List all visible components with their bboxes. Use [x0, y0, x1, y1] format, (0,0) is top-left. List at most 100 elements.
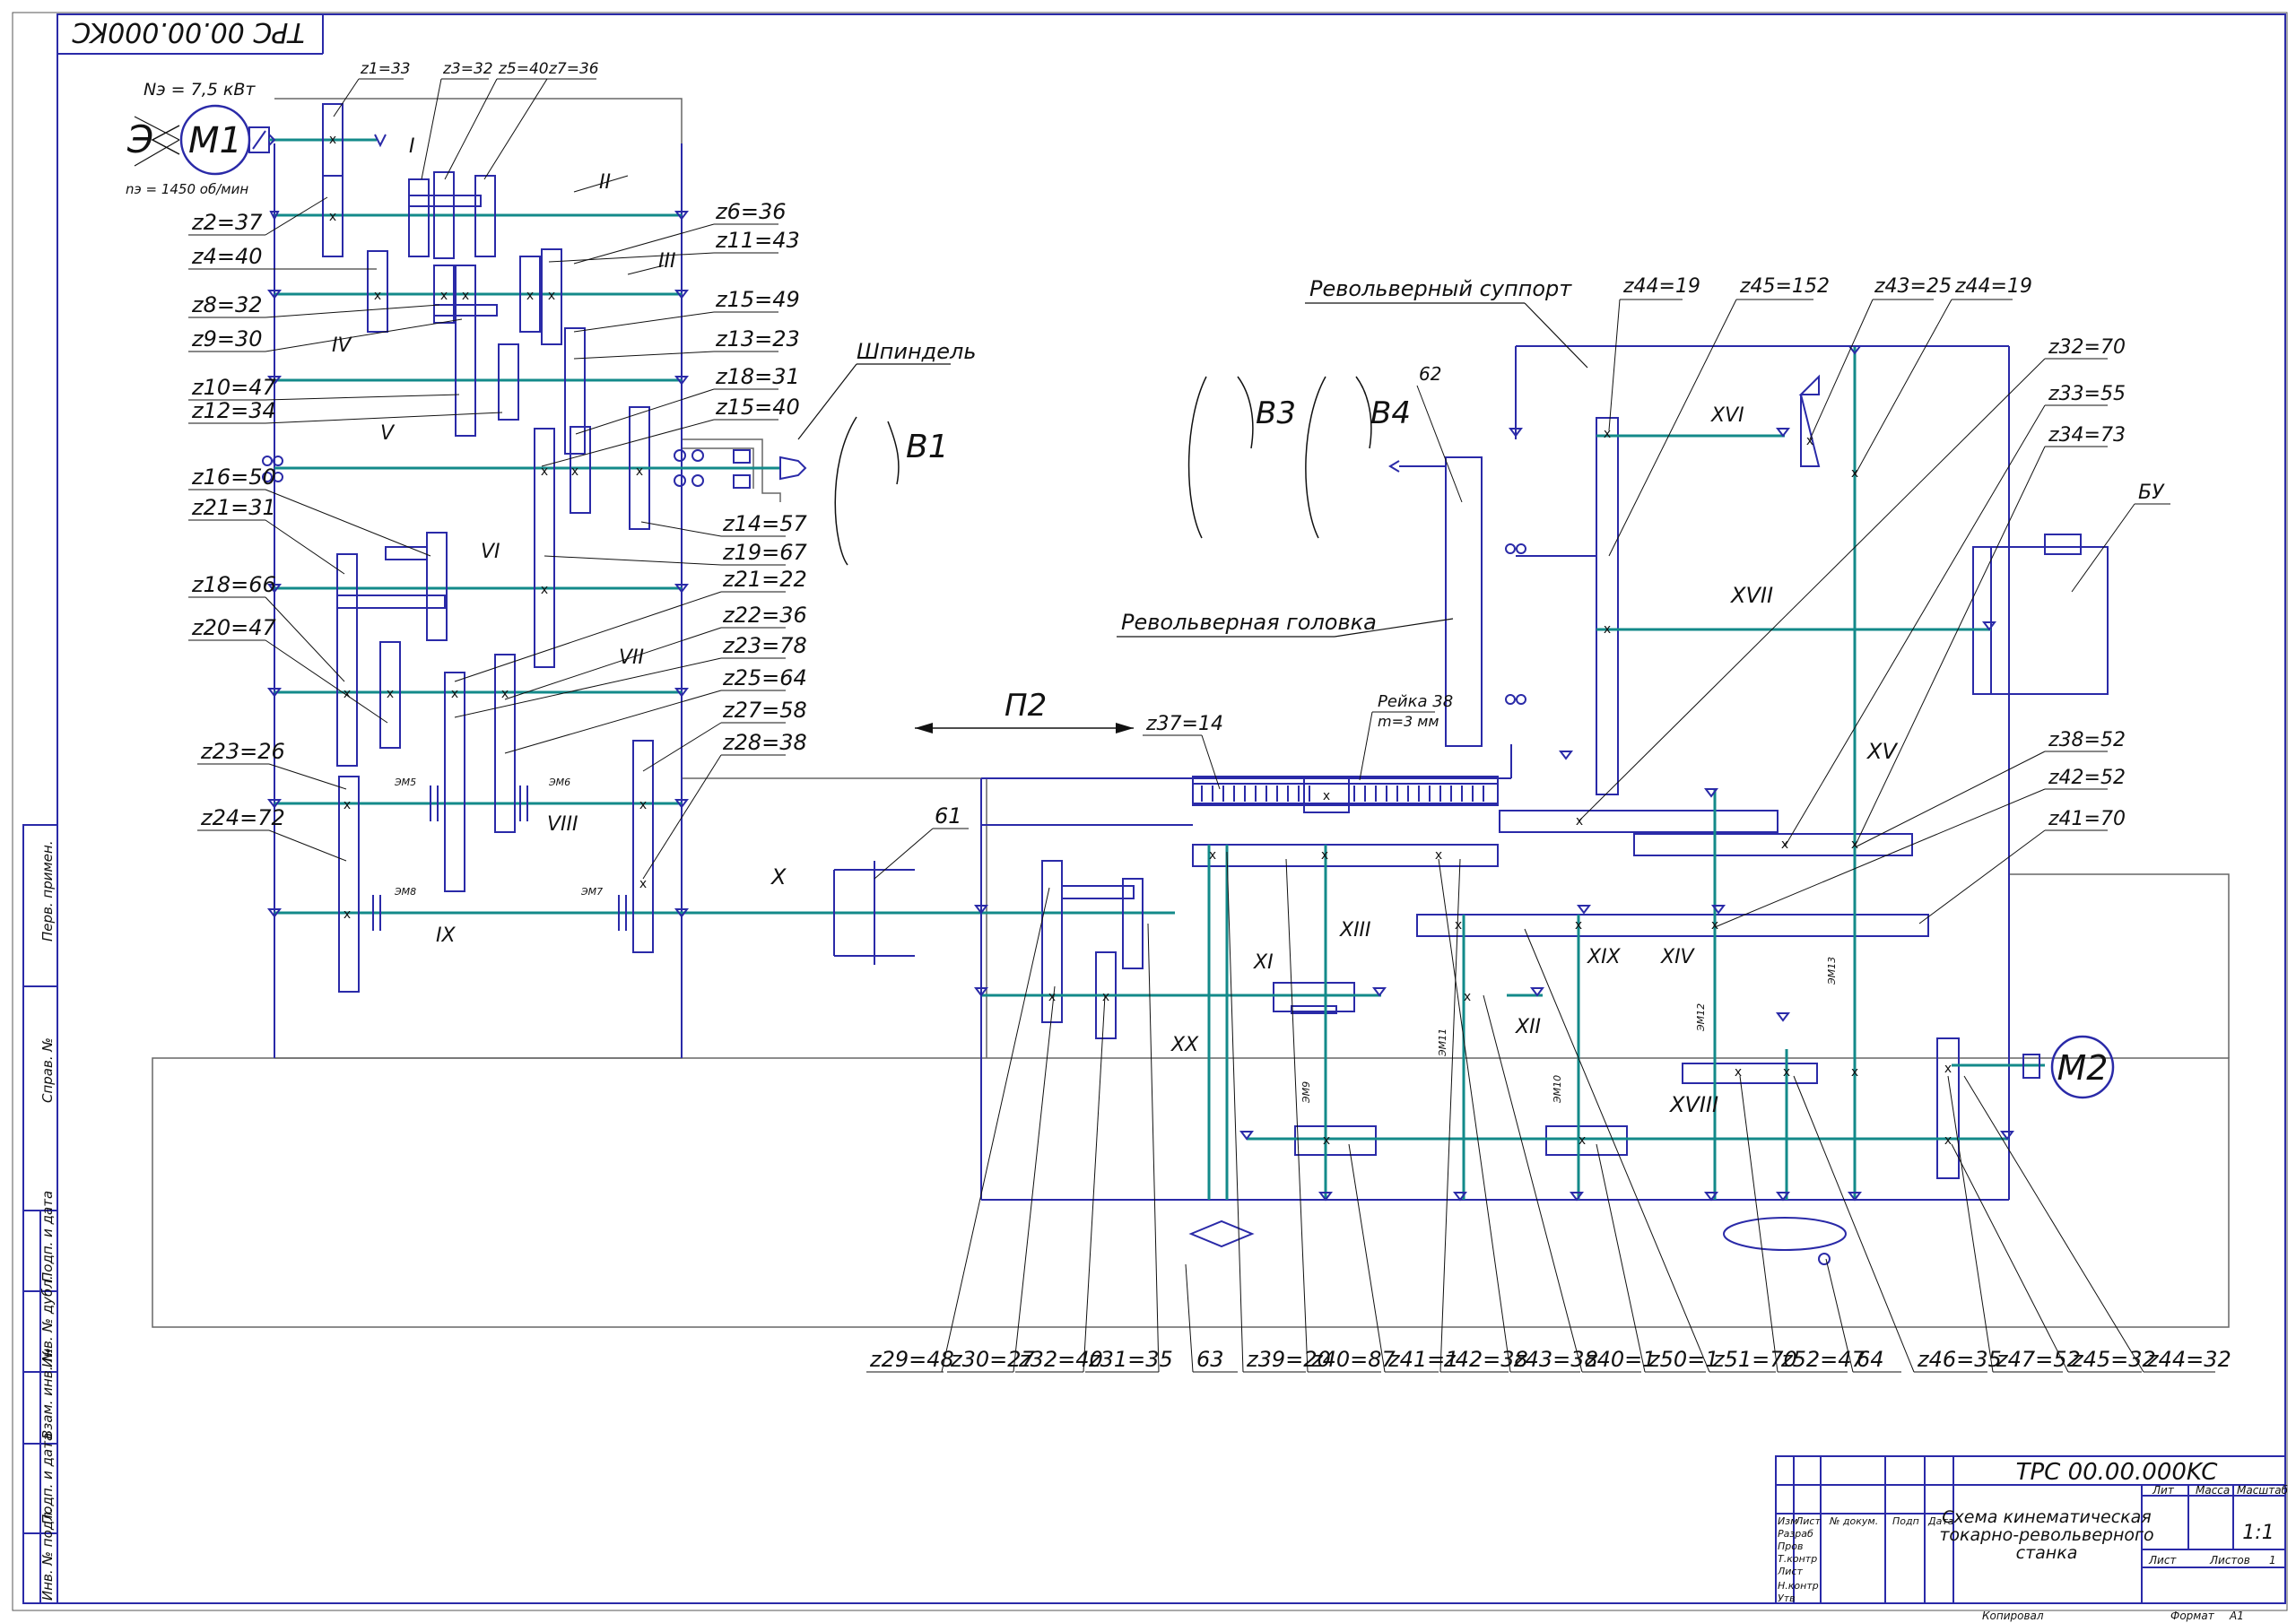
svg-text:z24=72: z24=72	[200, 805, 285, 830]
svg-text:z52=47: z52=47	[1780, 1347, 1866, 1372]
svg-text:XV: XV	[1866, 739, 1898, 764]
svg-text:x: x	[541, 464, 548, 479]
svg-text:z27=58: z27=58	[722, 698, 807, 723]
side-stamp-labels: Перв. примен. Справ. № Подп. и дата Инв.…	[39, 840, 56, 1601]
motion-b1: B1	[906, 429, 949, 465]
svg-text:Листов: Листов	[2209, 1554, 2250, 1567]
svg-text:x: x	[1048, 990, 1056, 1004]
svg-text:XIII: XIII	[1339, 919, 1371, 942]
svg-text:63: 63	[1196, 1347, 1224, 1372]
svg-text:z15=49: z15=49	[715, 287, 800, 312]
svg-text:z44=19: z44=19	[1622, 275, 1700, 298]
motor-m1-e-label: Э	[126, 117, 153, 161]
svg-text:VI: VI	[481, 541, 500, 563]
svg-text:z11=43: z11=43	[715, 228, 800, 253]
svg-text:z19=67: z19=67	[722, 540, 808, 565]
svg-text:z47=52: z47=52	[1996, 1347, 2081, 1372]
motor-m1-speed: nэ = 1450 об/мин	[126, 181, 248, 197]
svg-text:z38=52: z38=52	[2048, 729, 2126, 751]
spindle-label: Шпиндель	[857, 339, 977, 364]
svg-text:x: x	[1323, 1133, 1330, 1148]
motor-m2-name: M2	[2057, 1048, 2109, 1088]
svg-text:z31=35: z31=35	[1088, 1347, 1173, 1372]
svg-text:ЭМ6: ЭМ6	[548, 777, 570, 788]
svg-text:XIV: XIV	[1660, 946, 1696, 968]
svg-text:x: x	[1323, 789, 1330, 803]
bottom-gear-labels: z29=48 z30=27 z32=40 z31=35 63 z39=20 z4…	[869, 1347, 2231, 1372]
motor-m2: M2	[2022, 1035, 2115, 1099]
svg-text:z16=50: z16=50	[191, 464, 276, 490]
svg-text:x: x	[1711, 918, 1718, 933]
svg-text:x: x	[344, 798, 351, 812]
gearbox-frame	[274, 143, 683, 1058]
svg-text:Лист: Лист	[1777, 1566, 1803, 1577]
svg-text:x: x	[1102, 990, 1109, 1004]
em-clutch-labels: ЭМ5 ЭМ6 ЭМ7 ЭМ8	[394, 777, 603, 898]
svg-text:Инв. № подл.: Инв. № подл.	[39, 1508, 56, 1601]
motion-p2: П2	[915, 688, 1134, 733]
svg-text:V: V	[380, 422, 396, 445]
svg-text:x: x	[1321, 848, 1328, 863]
svg-text:x: x	[374, 289, 381, 303]
svg-text:x: x	[1578, 1133, 1586, 1148]
svg-text:z46=35: z46=35	[1917, 1347, 2002, 1372]
drawing-code-mirrored: TPC 00.00.000KC	[72, 16, 304, 48]
title-block-title-1: Схема кинематическая	[1942, 1507, 2151, 1527]
svg-text:x: x	[1944, 1062, 1952, 1076]
svg-text:z23=26: z23=26	[200, 739, 285, 764]
svg-text:ЭМ12: ЭМ12	[1695, 1003, 1707, 1032]
svg-text:Н.контр: Н.контр	[1778, 1580, 1819, 1592]
svg-text:XIX: XIX	[1587, 946, 1622, 968]
svg-text:XX: XX	[1170, 1034, 1199, 1056]
svg-text:z18=66: z18=66	[191, 572, 276, 597]
svg-text:Дата: Дата	[1927, 1515, 1954, 1527]
svg-text:z8=32: z8=32	[191, 292, 263, 317]
svg-text:64: 64	[1857, 1347, 1884, 1372]
motor-m1-name: M1	[188, 120, 242, 161]
svg-text:Т.контр: Т.контр	[1778, 1553, 1817, 1565]
svg-text:x: x	[462, 289, 469, 303]
svg-text:x: x	[1851, 1065, 1858, 1080]
svg-text:ЭМ9: ЭМ9	[1300, 1081, 1312, 1104]
svg-text:z44=32: z44=32	[2146, 1347, 2231, 1372]
svg-text:x: x	[1781, 838, 1788, 852]
gearbox-shafts	[269, 138, 1175, 915]
em-clutches-left	[372, 785, 627, 931]
svg-text:z28=38: z28=38	[722, 730, 807, 755]
svg-text:z12=34: z12=34	[191, 398, 276, 423]
rotation-b4	[1305, 376, 1372, 539]
svg-text:x: x	[451, 687, 458, 701]
title-block-text: TPC 00.00.000KC Схема кинематическая ток…	[1777, 1459, 2289, 1622]
gear-labels-left: z1=33 z3=32 z5=40 z7=36 z2=37 z4=40 z8=3…	[191, 60, 808, 830]
svg-text:x: x	[344, 907, 351, 922]
svg-text:Подп. и дата: Подп. и дата	[39, 1191, 56, 1282]
svg-text:z2=37: z2=37	[191, 210, 263, 235]
svg-text:ЭМ10: ЭМ10	[1552, 1075, 1563, 1104]
gear-labels-right: z44=19 z45=152 z43=25 z44=19 z32=70 z33=…	[1145, 275, 2126, 830]
svg-text:ЭМ8: ЭМ8	[394, 886, 416, 898]
svg-text:Масштаб: Масштаб	[2237, 1484, 2289, 1497]
svg-text:z22=36: z22=36	[722, 603, 807, 628]
svg-text:XI: XI	[1253, 951, 1274, 974]
svg-text:x: x	[636, 464, 643, 479]
svg-text:XVI: XVI	[1710, 404, 1744, 427]
bottom-leader-lines	[866, 851, 2215, 1373]
svg-text:x: x	[639, 877, 647, 891]
svg-text:z4=40: z4=40	[191, 244, 263, 269]
svg-text:X: X	[770, 864, 787, 890]
svg-text:x: x	[1455, 918, 1462, 933]
svg-text:z14=57: z14=57	[722, 511, 808, 536]
svg-text:z21=31: z21=31	[191, 495, 276, 520]
svg-text:XVIII: XVIII	[1668, 1092, 1718, 1117]
svg-text:z43=25: z43=25	[1874, 275, 1952, 298]
svg-text:61: 61	[935, 803, 962, 829]
svg-text:z10=47: z10=47	[191, 375, 277, 400]
rotation-b3	[1187, 376, 1254, 539]
svg-text:x: x	[541, 583, 548, 597]
svg-text:z25=64: z25=64	[722, 665, 807, 690]
svg-text:x: x	[1604, 622, 1611, 637]
svg-text:z23=78: z23=78	[722, 633, 807, 658]
svg-text:z45=152: z45=152	[1739, 275, 1830, 298]
svg-text:1:1: 1:1	[2242, 1522, 2274, 1544]
turret-head-label: Револьверная головка	[1121, 610, 1377, 635]
